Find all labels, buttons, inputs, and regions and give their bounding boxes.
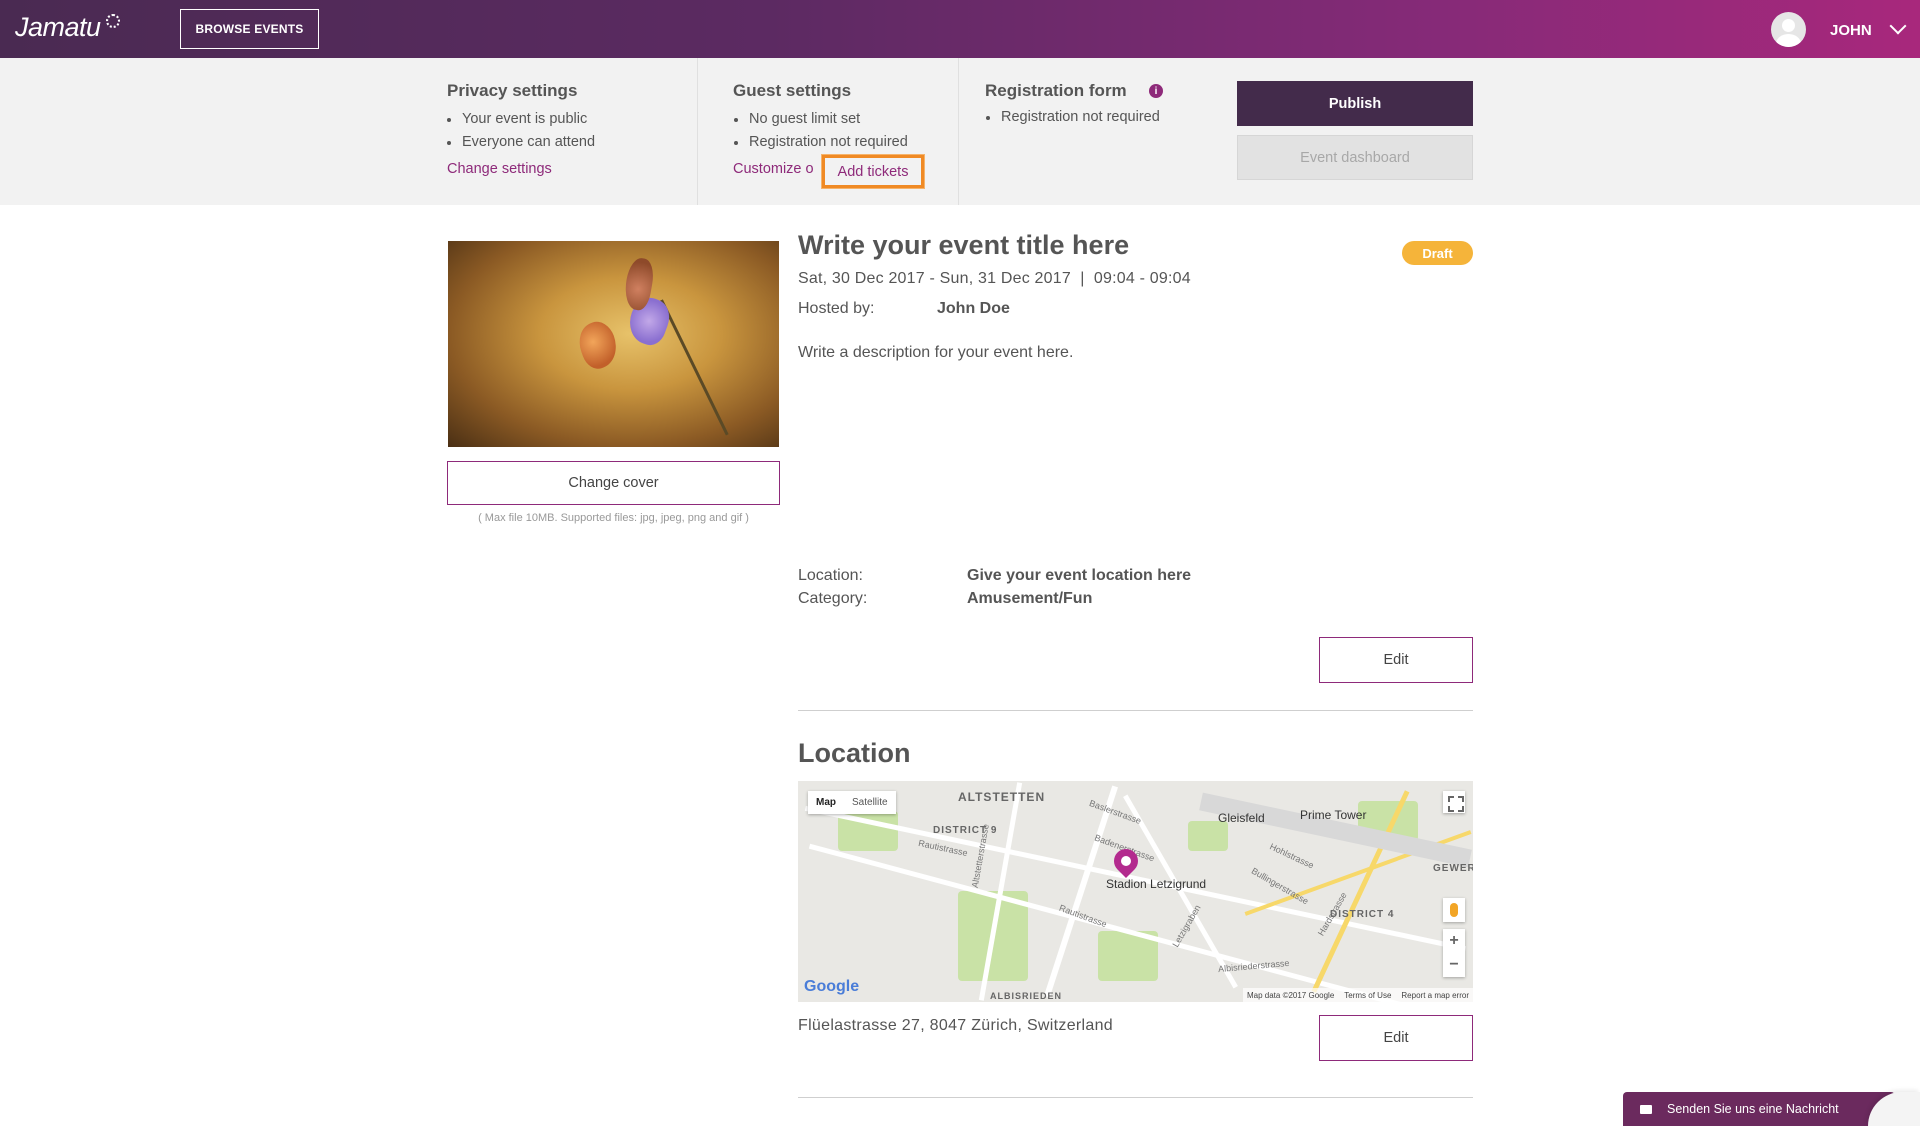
map-label: Stadion Letzigrund: [1106, 877, 1207, 891]
chat-label: Senden Sie uns eine Nachricht: [1667, 1102, 1839, 1116]
logo-spinner-icon: [106, 14, 120, 28]
registration-item: Registration not required: [986, 109, 1160, 125]
map-type-map[interactable]: Map: [808, 791, 844, 814]
edit-location-button[interactable]: Edit: [1319, 1015, 1473, 1061]
category-label: Category:: [798, 590, 868, 607]
add-tickets-link[interactable]: Add tickets: [822, 155, 924, 188]
location-section-title: Location: [798, 738, 911, 768]
chevron-down-icon[interactable]: [1889, 17, 1907, 35]
cover-hint: ( Max file 10MB. Supported files: jpg, j…: [478, 512, 749, 524]
guest-item-limit: No guest limit set: [734, 111, 860, 127]
map-label: Gleisfeld: [1218, 811, 1265, 825]
divider: [798, 710, 1473, 711]
category-value: Amusement/Fun: [967, 590, 1093, 607]
app-logo[interactable]: Jamatu: [15, 12, 101, 43]
map-label: Prime Tower: [1300, 808, 1367, 822]
map-footer: Map data ©2017 Google Terms of Use Repor…: [1242, 988, 1473, 1002]
registration-form-title: Registration form: [985, 81, 1127, 100]
top-bar: Jamatu BROWSE EVENTS JOHN: [0, 0, 1920, 58]
user-name[interactable]: JOHN: [1830, 22, 1872, 39]
zoom-in-button[interactable]: +: [1443, 929, 1465, 953]
event-dashboard-button[interactable]: Event dashboard: [1237, 135, 1473, 180]
divider: [958, 58, 959, 205]
event-date: Sat, 30 Dec 2017 - Sun, 31 Dec 2017 | 09…: [798, 270, 1191, 287]
status-badge: Draft: [1402, 241, 1473, 265]
edit-event-button[interactable]: Edit: [1319, 637, 1473, 683]
browse-events-button[interactable]: BROWSE EVENTS: [180, 9, 319, 49]
privacy-settings-title: Privacy settings: [447, 81, 578, 100]
fullscreen-icon[interactable]: [1443, 791, 1465, 813]
event-address: Flüelastrasse 27, 8047 Zürich, Switzerla…: [798, 1017, 1113, 1034]
change-cover-button[interactable]: Change cover: [447, 461, 780, 505]
map-type-satellite[interactable]: Satellite: [844, 791, 896, 814]
privacy-item-attend: Everyone can attend: [447, 134, 595, 150]
event-title[interactable]: Write your event title here: [798, 230, 1129, 261]
location-value: Give your event location here: [967, 567, 1192, 584]
map-attribution: Map data ©2017 Google: [1246, 990, 1335, 1000]
map-label: Hohlstrasse: [1268, 841, 1316, 871]
map-terms-link[interactable]: Terms of Use: [1344, 991, 1391, 1000]
street-view-icon[interactable]: [1443, 898, 1465, 922]
zoom-out-button[interactable]: −: [1443, 953, 1465, 977]
info-icon[interactable]: i: [1149, 84, 1163, 98]
chat-widget[interactable]: Senden Sie uns eine Nachricht: [1623, 1092, 1895, 1126]
location-map[interactable]: ALTSTETTEN DISTRICT 9 DISTRICT 4 Gleisfe…: [798, 781, 1473, 1002]
map-label: ALBISRIEDEN: [990, 991, 1063, 1001]
guest-settings-title: Guest settings: [733, 81, 852, 100]
google-logo: Google: [804, 978, 860, 995]
zoom-control: + −: [1443, 929, 1465, 977]
privacy-item-public: Your event is public: [447, 111, 587, 127]
publish-button[interactable]: Publish: [1237, 81, 1473, 126]
map-rail: [1199, 792, 1472, 868]
map-park: [1188, 821, 1228, 851]
user-avatar[interactable]: [1771, 12, 1806, 47]
hosted-by-label: Hosted by:: [798, 300, 875, 317]
map-label: GEWER: [1433, 863, 1473, 874]
map-report-link[interactable]: Report a map error: [1401, 991, 1469, 1000]
location-label: Location:: [798, 567, 863, 584]
event-settings-bar: [0, 58, 1920, 205]
event-description[interactable]: Write a description for your event here.: [798, 344, 1073, 362]
map-label: ALTSTETTEN: [958, 790, 1046, 804]
guest-item-registration: Registration not required: [734, 134, 908, 150]
divider: [697, 58, 698, 205]
change-settings-link[interactable]: Change settings: [447, 161, 552, 177]
mail-icon: [1640, 1105, 1652, 1114]
customize-link[interactable]: Customize o: [733, 161, 814, 177]
map-type-control[interactable]: Map Satellite: [808, 791, 896, 814]
host-name: John Doe: [937, 300, 1010, 317]
divider: [798, 1097, 1473, 1098]
